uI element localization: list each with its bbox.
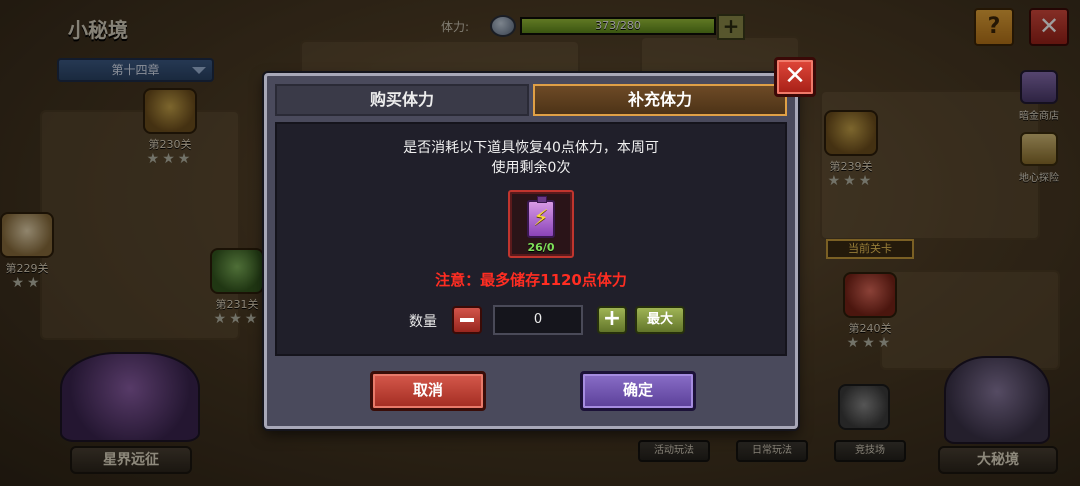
dialog-close-button[interactable]: ✕ [774, 57, 816, 97]
dialog-content: 是否消耗以下道具恢复40点体力，本周可 使用剩余0次 ⚡ 26/0 注意：最多储… [275, 122, 787, 356]
quantity-label: 数量 [409, 314, 437, 330]
item-count: 26/0 [527, 241, 555, 254]
lightning-icon: ⚡ [533, 206, 549, 231]
quantity-minus-button[interactable] [452, 306, 482, 334]
confirm-button[interactable]: 确定 [580, 371, 696, 411]
warning-text: 注意：最多储存1120点体力 [435, 271, 627, 289]
refill-message: 是否消耗以下道具恢复40点体力，本周可 使用剩余0次 [277, 138, 785, 178]
stamina-item-slot[interactable]: ⚡ 26/0 [508, 190, 574, 258]
battery-icon: ⚡ [527, 196, 555, 238]
quantity-input[interactable]: 0 [493, 305, 583, 335]
quantity-plus-button[interactable]: + [597, 306, 627, 334]
close-icon: ✕ [784, 61, 806, 91]
cancel-button[interactable]: 取消 [370, 371, 486, 411]
message-line-1: 是否消耗以下道具恢复40点体力，本周可 [403, 140, 659, 156]
stamina-dialog: 购买体力 补充体力 是否消耗以下道具恢复40点体力，本周可 使用剩余0次 ⚡ 2… [264, 73, 798, 429]
tab-refill-stamina[interactable]: 补充体力 [533, 84, 787, 116]
message-line-2: 使用剩余0次 [491, 160, 571, 176]
tab-buy-stamina[interactable]: 购买体力 [275, 84, 529, 116]
quantity-max-button[interactable]: 最大 [635, 306, 685, 334]
